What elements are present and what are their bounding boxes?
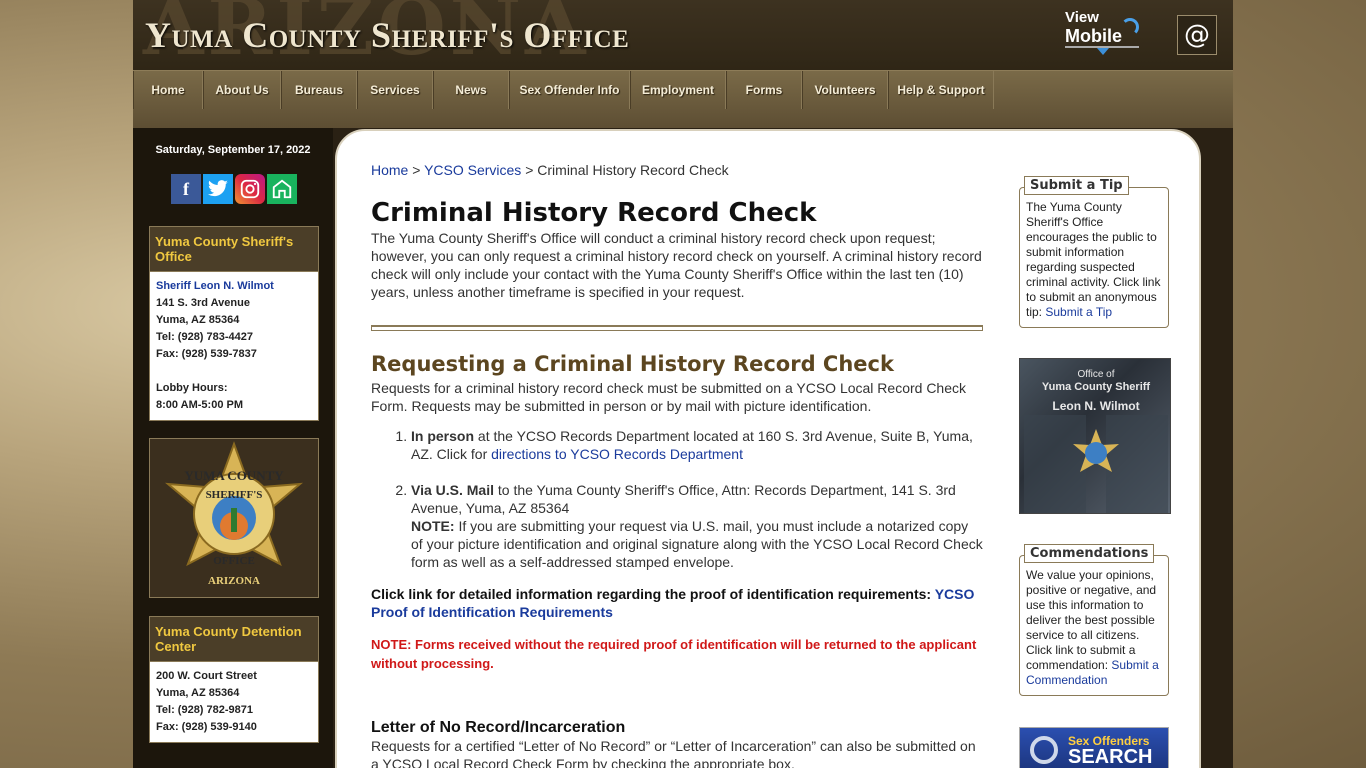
submission-methods-list: In person at the YCSO Records Department… [371, 427, 983, 571]
detention-box-title: Yuma County Detention Center [150, 617, 318, 662]
list-item: In person at the YCSO Records Department… [411, 427, 983, 463]
main-nav: Home About Us Bureaus Services News Sex … [133, 70, 1233, 128]
breadcrumb-current: Criminal History Record Check [537, 162, 729, 178]
breadcrumb-separator: > [521, 162, 538, 178]
social-links: f [171, 174, 297, 204]
sheriff-office-photo[interactable]: Office of Yuma County Sheriff Leon N. Wi… [1019, 358, 1171, 514]
id-requirements-info: Click link for detailed information rega… [371, 585, 983, 621]
email-button[interactable]: @ [1177, 15, 1217, 55]
mail-note-text: If you are submitting your request via U… [411, 518, 983, 570]
nextdoor-icon[interactable] [267, 174, 297, 204]
office-tel: Tel: (928) 783-4427 [156, 331, 254, 343]
nav-item-sex-offender-info[interactable]: Sex Offender Info [509, 71, 630, 109]
directions-link[interactable]: directions to YCSO Records Department [491, 446, 743, 462]
submit-tip-title: Submit a Tip [1024, 176, 1129, 195]
magnifier-icon [1030, 736, 1058, 764]
breadcrumb-home-link[interactable]: Home [371, 162, 408, 178]
submit-tip-box: Submit a Tip The Yuma County Sheriff's O… [1019, 176, 1169, 328]
nav-item-forms[interactable]: Forms [726, 71, 802, 109]
badge-text-low: OFFICE [213, 555, 255, 567]
detention-tel: Tel: (928) 782-9871 [156, 704, 254, 716]
submit-tip-text: The Yuma County Sheriff's Office encoura… [1026, 200, 1161, 319]
letter-section-title: Letter of No Record/Incarceration [371, 719, 626, 736]
nav-item-bureaus[interactable]: Bureaus [281, 71, 357, 109]
nav-item-help-support[interactable]: Help & Support [888, 71, 994, 109]
section-divider [371, 325, 983, 331]
intro-paragraph: The Yuma County Sheriff's Office will co… [371, 230, 982, 300]
badge-text-top: YUMA COUNTY [184, 468, 284, 483]
office-box-body: Sheriff Leon N. Wilmot 141 S. 3rd Avenue… [150, 272, 318, 420]
view-mobile-link[interactable]: View Mobile [1065, 10, 1145, 58]
wifi-icon [1121, 18, 1139, 36]
facebook-icon[interactable]: f [171, 174, 201, 204]
detention-fax: Fax: (928) 539-9140 [156, 721, 257, 733]
office-door-badge-icon [1024, 415, 1168, 513]
detention-box-body: 200 W. Court Street Yuma, AZ 85364 Tel: … [150, 662, 318, 742]
site-wrapper: ARIZONA Yuma County Sheriff's Office Vie… [133, 0, 1233, 768]
breadcrumb: Home > YCSO Services > Criminal History … [371, 161, 983, 179]
warning-note: NOTE: Forms received without the require… [371, 637, 977, 671]
letter-section-text: Requests for a certified “Letter of No R… [371, 738, 976, 768]
badge-text-bot: ARIZONA [208, 575, 260, 587]
office-photo-line3: Leon N. Wilmot [1052, 399, 1140, 413]
list-item: Via U.S. Mail to the Yuma County Sheriff… [411, 481, 983, 571]
office-info-box: Yuma County Sheriff's Office Sheriff Leo… [149, 226, 319, 421]
chevron-down-icon [1097, 48, 1109, 55]
office-box-title: Yuma County Sheriff's Office [150, 227, 318, 272]
article-content: Home > YCSO Services > Criminal History … [371, 161, 983, 768]
nav-item-news[interactable]: News [433, 71, 509, 109]
detention-address-line2: Yuma, AZ 85364 [156, 687, 240, 699]
site-header: ARIZONA Yuma County Sheriff's Office Vie… [133, 0, 1233, 70]
office-address-line1: 141 S. 3rd Avenue [156, 297, 250, 309]
sex-offender-search-banner[interactable]: Sex Offenders SEARCH [1019, 727, 1169, 768]
sex-offender-banner-bottom: SEARCH [1068, 746, 1153, 768]
sheriff-badge-image: YUMA COUNTY SHERIFF'S OFFICE ARIZONA [149, 438, 319, 598]
lobby-hours-label: Lobby Hours: [156, 382, 228, 394]
sheriff-star-icon: YUMA COUNTY SHERIFF'S OFFICE ARIZONA [164, 441, 304, 587]
office-address-line2: Yuma, AZ 85364 [156, 314, 240, 326]
commendations-text: We value your opinions, positive or nega… [1026, 568, 1157, 672]
id-requirements-text: Click link for detailed information rega… [371, 586, 935, 602]
commendations-box: Commendations We value your opinions, po… [1019, 544, 1169, 696]
site-title[interactable]: Yuma County Sheriff's Office [145, 14, 629, 56]
instagram-icon[interactable] [235, 174, 265, 204]
left-sidebar: Saturday, September 17, 2022 f Yuma Coun… [133, 128, 333, 768]
section-title: Requesting a Criminal History Record Che… [371, 352, 894, 376]
detention-address-line1: 200 W. Court Street [156, 670, 257, 682]
main-content-panel: Home > YCSO Services > Criminal History … [335, 129, 1201, 768]
detention-info-box: Yuma County Detention Center 200 W. Cour… [149, 616, 319, 743]
office-photo-line2: Yuma County Sheriff [1041, 381, 1151, 393]
mail-label: Via U.S. Mail [411, 482, 494, 498]
in-person-label: In person [411, 428, 475, 444]
nav-item-volunteers[interactable]: Volunteers [802, 71, 888, 109]
office-fax: Fax: (928) 539-7837 [156, 348, 257, 360]
lobby-hours-value: 8:00 AM-5:00 PM [156, 399, 244, 411]
submit-tip-link[interactable]: Submit a Tip [1045, 305, 1112, 319]
nav-item-home[interactable]: Home [133, 71, 203, 109]
nav-item-employment[interactable]: Employment [630, 71, 726, 109]
section-intro: Requests for a criminal history record c… [371, 380, 966, 414]
badge-text-mid: SHERIFF'S [206, 489, 263, 501]
commendations-title: Commendations [1024, 544, 1155, 563]
office-photo-line1: Office of [1077, 369, 1115, 380]
twitter-icon[interactable] [203, 174, 233, 204]
current-date: Saturday, September 17, 2022 [155, 144, 311, 156]
mail-note-label: NOTE: [411, 518, 455, 534]
nav-item-services[interactable]: Services [357, 71, 433, 109]
breadcrumb-services-link[interactable]: YCSO Services [424, 162, 521, 178]
breadcrumb-separator: > [408, 162, 425, 178]
page-title: Criminal History Record Check [371, 198, 817, 228]
sheriff-name-link[interactable]: Sheriff Leon N. Wilmot [156, 280, 274, 292]
nav-item-about-us[interactable]: About Us [203, 71, 281, 109]
